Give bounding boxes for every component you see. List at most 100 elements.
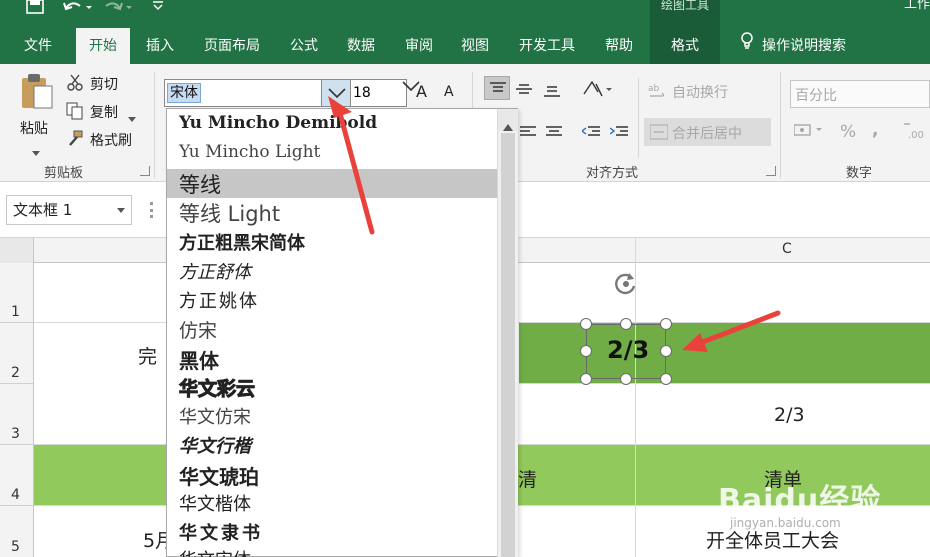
- format-painter-button[interactable]: 格式刷: [66, 130, 146, 150]
- tab-file[interactable]: 文件: [14, 28, 62, 64]
- resize-handle-top-left[interactable]: [580, 318, 592, 330]
- number-group-label: 数字: [846, 166, 873, 181]
- cell-c5[interactable]: 开全体员工大会: [706, 526, 839, 553]
- font-name-dropdown-button[interactable]: [321, 80, 350, 106]
- formula-bar-splitter[interactable]: [150, 202, 153, 218]
- font-list-scrollbar[interactable]: [497, 109, 518, 557]
- wrap-text-button[interactable]: ab 自动换行: [648, 82, 768, 104]
- resize-handle-bottom-right[interactable]: [660, 373, 672, 385]
- text-box-content[interactable]: 2/3: [607, 336, 649, 364]
- cut-button[interactable]: 剪切: [66, 74, 136, 94]
- number-format-combobox[interactable]: 百分比: [790, 80, 930, 108]
- comma-style-button[interactable]: ,: [872, 120, 878, 140]
- font-name-input[interactable]: 宋体: [167, 83, 201, 103]
- row-header-1[interactable]: 1: [0, 263, 34, 323]
- row-header-3[interactable]: 3: [0, 384, 34, 445]
- tab-home[interactable]: 开始: [76, 28, 130, 64]
- rotate-handle-icon[interactable]: [612, 270, 640, 302]
- cell-c3[interactable]: 2/3: [774, 404, 805, 426]
- row-header-4[interactable]: 4: [0, 445, 34, 506]
- font-item-label: 华文琥珀: [179, 465, 259, 489]
- paste-button[interactable]: 粘贴: [14, 72, 60, 156]
- font-item-fangzheng-cuheisong[interactable]: 方正粗黑宋简体: [167, 227, 497, 256]
- decrease-indent-icon[interactable]: [580, 124, 600, 143]
- undo-icon[interactable]: [62, 0, 92, 16]
- row-header-5[interactable]: 5: [0, 506, 34, 557]
- name-box[interactable]: 文本框 1: [6, 195, 132, 225]
- resize-handle-right[interactable]: [660, 345, 672, 357]
- tab-review[interactable]: 审阅: [396, 28, 442, 64]
- font-size-combobox[interactable]: 18: [350, 79, 420, 107]
- font-item-huawen-caiyun[interactable]: 华文彩云: [167, 372, 497, 401]
- lightbulb-icon: [740, 28, 754, 64]
- clipboard-launcher-icon[interactable]: [140, 166, 150, 176]
- font-item-huawen-xingkai[interactable]: 华文行楷: [167, 430, 497, 459]
- baidu-watermark: Baidu经验: [718, 483, 882, 518]
- font-item-huawen-songti[interactable]: 华文宋体: [167, 546, 497, 557]
- align-middle-icon[interactable]: [516, 82, 532, 101]
- font-item-yu-mincho-demibold[interactable]: Yu Mincho Demibold: [167, 111, 497, 140]
- save-icon[interactable]: [26, 0, 44, 16]
- resize-handle-top[interactable]: [620, 318, 632, 330]
- customize-quick-access-icon[interactable]: [152, 0, 164, 16]
- row-number: 4: [11, 487, 20, 503]
- resize-handle-bottom-left[interactable]: [580, 373, 592, 385]
- scroll-thumb[interactable]: [501, 133, 515, 557]
- increase-decimal-icon[interactable]: .00: [902, 120, 926, 146]
- shrink-font-button[interactable]: A: [444, 84, 454, 100]
- resize-handle-top-right[interactable]: [660, 318, 672, 330]
- row-number: 2: [11, 365, 20, 381]
- cell-b4[interactable]: 清: [518, 465, 537, 492]
- font-item-label: 华文彩云: [178, 378, 256, 401]
- scroll-up-button[interactable]: [498, 109, 518, 131]
- column-header-c[interactable]: C: [782, 241, 792, 257]
- orientation-icon[interactable]: [582, 80, 612, 102]
- tab-page-layout[interactable]: 页面布局: [196, 28, 268, 64]
- font-item-heiti[interactable]: 黑体: [167, 343, 497, 373]
- align-left-icon[interactable]: [520, 124, 536, 143]
- merge-center-button[interactable]: 合并后居中: [644, 118, 771, 146]
- tab-help[interactable]: 帮助: [596, 28, 642, 64]
- font-name-combobox[interactable]: 宋体: [164, 79, 350, 107]
- align-top-button[interactable]: [484, 76, 510, 100]
- tell-me-search[interactable]: 操作说明搜索: [740, 28, 846, 64]
- tab-developer[interactable]: 开发工具: [508, 28, 586, 64]
- tab-insert[interactable]: 插入: [136, 28, 184, 64]
- tab-data[interactable]: 数据: [338, 28, 384, 64]
- font-item-huawen-hupo[interactable]: 华文琥珀: [167, 459, 497, 489]
- align-center-icon[interactable]: [546, 124, 562, 143]
- percent-style-button[interactable]: %: [840, 122, 856, 142]
- tab-view[interactable]: 视图: [452, 28, 498, 64]
- font-dropdown-list: Yu Mincho Demibold Yu Mincho Light 等线 等线…: [166, 108, 518, 557]
- font-item-huawen-fangsong[interactable]: 华文仿宋: [167, 401, 497, 430]
- font-item-dengxian-light[interactable]: 等线 Light: [167, 198, 497, 227]
- font-item-huawen-kaiti[interactable]: 华文楷体: [167, 488, 497, 517]
- copy-button[interactable]: 复制: [66, 102, 156, 122]
- scissors-icon: [66, 74, 84, 96]
- row-header-2[interactable]: 2: [0, 323, 34, 384]
- accounting-format-icon[interactable]: [793, 122, 824, 142]
- align-bottom-icon[interactable]: [544, 84, 560, 103]
- cell-a2[interactable]: 完: [138, 342, 157, 369]
- number-format-value: 百分比: [795, 88, 837, 104]
- font-item-yu-mincho-light[interactable]: Yu Mincho Light: [167, 140, 497, 169]
- name-box-value: 文本框 1: [13, 201, 73, 219]
- resize-handle-left[interactable]: [580, 345, 592, 357]
- title-bar: 绘图工具 工作: [0, 0, 930, 28]
- resize-handle-bottom[interactable]: [620, 373, 632, 385]
- font-item-fangzheng-shuti[interactable]: 方正舒体: [167, 256, 497, 285]
- tab-formulas[interactable]: 公式: [280, 28, 328, 64]
- font-item-label: 华文仿宋: [179, 407, 251, 428]
- redo-icon[interactable]: [104, 0, 134, 16]
- increase-indent-icon[interactable]: [609, 124, 628, 143]
- font-size-input[interactable]: 18: [353, 85, 371, 101]
- font-item-huawen-lishu[interactable]: 华文隶书: [167, 517, 497, 546]
- tab-format[interactable]: 格式: [650, 28, 720, 64]
- font-item-fangzheng-yaoti[interactable]: 方正姚体: [167, 285, 497, 314]
- font-item-label: 华文宋体: [179, 546, 251, 557]
- font-item-fangsong[interactable]: 仿宋: [167, 314, 497, 343]
- select-all-corner[interactable]: [0, 238, 34, 263]
- font-item-dengxian[interactable]: 等线: [167, 169, 497, 198]
- alignment-launcher-icon[interactable]: [766, 166, 776, 176]
- grow-font-button[interactable]: A: [416, 82, 427, 101]
